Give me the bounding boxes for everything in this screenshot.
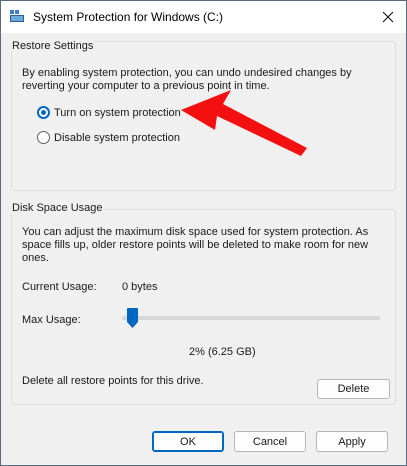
system-properties-icon xyxy=(10,10,24,22)
disk-description-line1: You can adjust the maximum disk space us… xyxy=(22,226,369,238)
disable-protection-radio[interactable]: Disable system protection xyxy=(37,131,180,144)
ok-button[interactable]: OK xyxy=(152,431,224,452)
max-usage-slider-track[interactable] xyxy=(122,316,380,320)
radio-checked-icon xyxy=(37,106,50,119)
cancel-button[interactable]: Cancel xyxy=(234,431,306,452)
delete-restore-points-text: Delete all restore points for this drive… xyxy=(22,375,204,387)
max-usage-readout: 2% (6.25 GB) xyxy=(189,346,256,358)
close-icon xyxy=(382,11,394,23)
turn-on-protection-radio[interactable]: Turn on system protection xyxy=(37,106,181,119)
restore-description-line1: By enabling system protection, you can u… xyxy=(22,67,352,79)
current-usage-label: Current Usage: xyxy=(22,281,97,293)
title-bar: System Protection for Windows (C:) xyxy=(1,1,406,33)
disk-space-usage-label: Disk Space Usage xyxy=(11,202,104,214)
current-usage-value: 0 bytes xyxy=(122,281,158,293)
disk-description-line2: space fills up, older restore points wil… xyxy=(22,239,369,251)
delete-button[interactable]: Delete xyxy=(317,379,390,399)
system-protection-dialog: System Protection for Windows (C:) Resto… xyxy=(0,0,407,466)
window-title: System Protection for Windows (C:) xyxy=(33,10,224,24)
radio-unchecked-icon xyxy=(37,131,50,144)
max-usage-slider-thumb[interactable] xyxy=(126,308,138,328)
max-usage-label: Max Usage: xyxy=(22,314,81,326)
restore-settings-label: Restore Settings xyxy=(11,40,95,52)
red-pointer-arrow-icon xyxy=(181,90,307,156)
apply-button[interactable]: Apply xyxy=(316,431,388,452)
disk-description-line3: ones. xyxy=(22,252,49,264)
disable-protection-label: Disable system protection xyxy=(54,131,180,144)
close-button[interactable] xyxy=(376,5,400,29)
turn-on-protection-label: Turn on system protection xyxy=(54,106,181,119)
